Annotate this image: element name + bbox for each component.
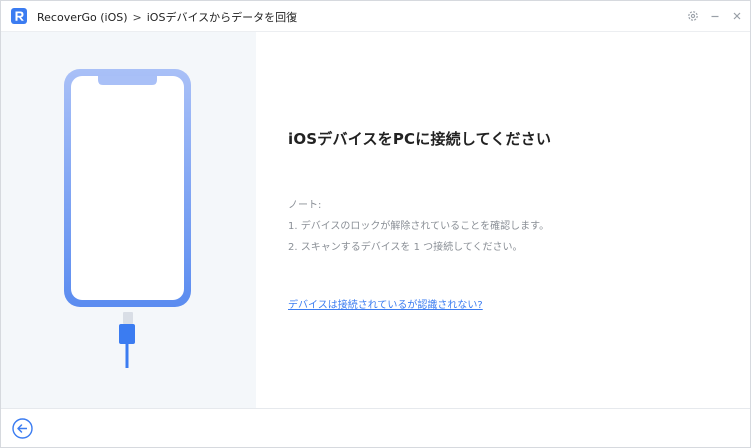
- back-button[interactable]: [12, 418, 33, 439]
- app-name: RecoverGo (iOS): [37, 11, 128, 24]
- app-window: RecoverGo (iOS) > iOSデバイスからデータを回復 iOSデバイ…: [0, 0, 751, 448]
- notes-section: ノート: 1. デバイスのロックが解除されていることを確認します。 2. スキャ…: [288, 195, 549, 258]
- gear-icon[interactable]: [687, 10, 699, 22]
- illustration-panel: [1, 32, 256, 408]
- notes-title: ノート:: [288, 200, 322, 211]
- page-title: iOSデバイスからデータを回復: [146, 11, 298, 24]
- breadcrumb-separator: >: [132, 11, 142, 24]
- title-bar: RecoverGo (iOS) > iOSデバイスからデータを回復: [1, 1, 750, 32]
- phone-illustration: [64, 69, 191, 368]
- close-icon[interactable]: [731, 10, 743, 22]
- app-logo-icon: [11, 8, 27, 24]
- device-not-recognized-link[interactable]: デバイスは接続されているが認識されない?: [288, 296, 483, 311]
- window-title: RecoverGo (iOS) > iOSデバイスからデータを回復: [37, 9, 297, 25]
- bottom-bar: [1, 408, 750, 447]
- page-heading: iOSデバイスをPCに接続してください: [288, 130, 552, 148]
- arrow-left-circle-icon: [12, 418, 33, 439]
- note-item: 2. スキャンするデバイスを 1 つ接続してください。: [288, 242, 523, 253]
- usb-cable-icon: [119, 312, 135, 368]
- phone-icon: [64, 69, 191, 307]
- minimize-icon[interactable]: [709, 10, 721, 22]
- note-item: 1. デバイスのロックが解除されていることを確認します。: [288, 221, 550, 232]
- main-content: iOSデバイスをPCに接続してください ノート: 1. デバイスのロックが解除さ…: [256, 32, 750, 408]
